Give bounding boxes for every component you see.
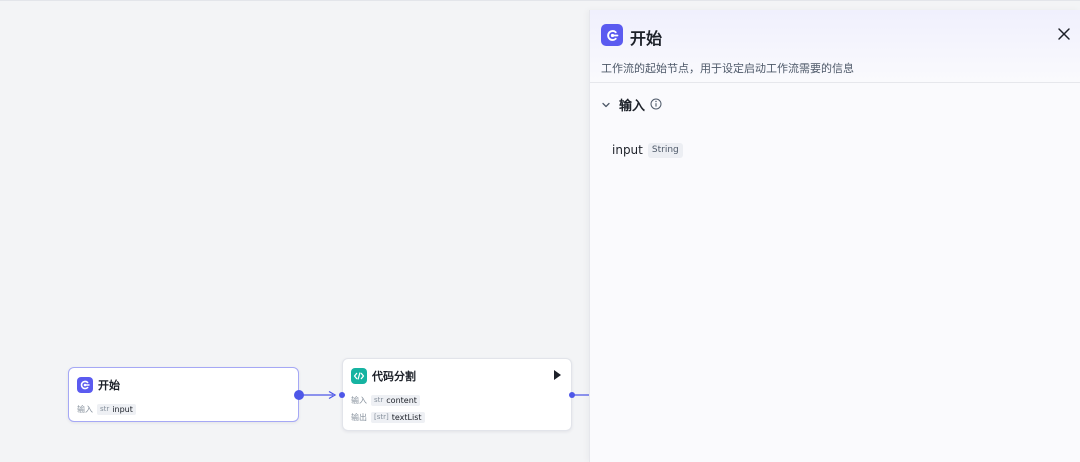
code-node-title: 代码分割	[372, 370, 416, 383]
code-node-output-name: textList	[391, 412, 422, 422]
code-node-input-row: 输入 str content	[351, 394, 420, 406]
input-variable-name: input	[612, 143, 643, 157]
code-split-node[interactable]: 代码分割 输入 str content 输出 [str] textList	[342, 358, 572, 431]
code-node-input-name: content	[386, 395, 417, 405]
code-node-output-row: 输出 [str] textList	[351, 411, 425, 423]
input-variable-row: input String	[612, 142, 683, 158]
start-node-input-type: str	[100, 404, 110, 413]
start-node-input-row: 输入 str input	[77, 403, 136, 415]
info-icon[interactable]	[650, 95, 662, 114]
close-icon[interactable]	[1055, 25, 1073, 43]
panel-header: 开始 工作流的起始节点，用于设定启动工作流需要的信息	[590, 10, 1080, 83]
edge-arrowhead	[328, 390, 337, 400]
node-config-panel: 开始 工作流的起始节点，用于设定启动工作流需要的信息 输入 input Stri…	[589, 10, 1080, 462]
code-node-header: 代码分割	[351, 367, 563, 385]
code-brackets-icon	[351, 368, 367, 384]
start-node-input-label: 输入	[77, 404, 93, 414]
code-node-output-port[interactable]	[569, 392, 575, 398]
chevron-down-icon	[601, 95, 611, 114]
code-node-output-label: 输出	[351, 412, 367, 422]
start-node-input-tag: str input	[97, 403, 136, 415]
code-node-input-tag: str content	[371, 394, 420, 406]
start-node-output-port[interactable]	[294, 390, 304, 400]
top-divider	[0, 0, 1080, 1]
start-node-icon	[77, 377, 93, 393]
play-icon[interactable]	[554, 370, 561, 380]
panel-description: 工作流的起始节点，用于设定启动工作流需要的信息	[601, 62, 854, 75]
start-node-input-name: input	[112, 404, 133, 414]
input-variable-type: String	[647, 142, 683, 158]
input-section-toggle[interactable]: 输入	[601, 95, 662, 114]
start-node-icon	[601, 24, 623, 46]
code-node-input-type: str	[374, 395, 384, 404]
code-node-input-port[interactable]	[339, 392, 345, 398]
input-section-title: 输入	[619, 98, 646, 114]
code-node-output-tag: [str] textList	[371, 411, 425, 423]
panel-title: 开始	[630, 29, 663, 48]
start-node[interactable]: 开始 输入 str input	[68, 367, 299, 422]
start-node-header: 开始	[77, 376, 290, 394]
code-node-output-type: [str]	[374, 412, 389, 421]
code-node-input-label: 输入	[351, 395, 367, 405]
start-node-title: 开始	[98, 379, 120, 392]
